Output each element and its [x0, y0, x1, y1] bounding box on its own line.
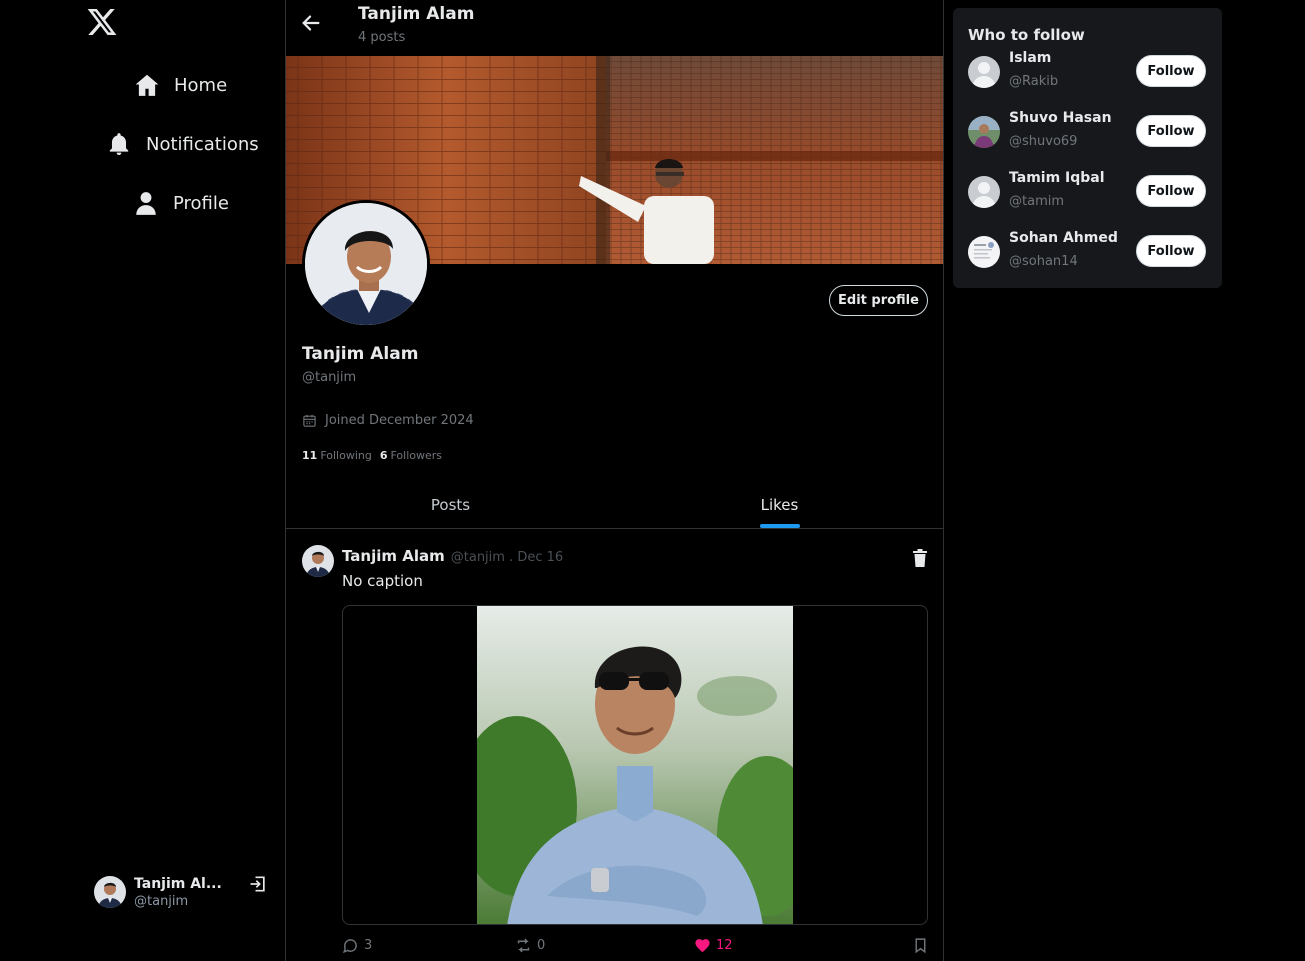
post-image[interactable] [342, 605, 928, 925]
page-title: Tanjim Alam [358, 4, 475, 24]
bell-icon [109, 133, 129, 156]
suggestion-handle: @shuvo69 [1009, 134, 1078, 149]
profile-avatar[interactable] [302, 200, 430, 328]
post-photo [477, 606, 793, 924]
account-name: Tanjim Al... [134, 875, 222, 892]
reply-count: 3 [364, 938, 373, 953]
who-to-follow-panel: Who to follow Islam @Rakib Follow Shuvo … [953, 8, 1222, 288]
nav-home[interactable]: Home [134, 72, 227, 98]
suggestion-item[interactable]: Tamim Iqbal @tamim Follow [968, 170, 1208, 214]
follow-button[interactable]: Follow [1136, 175, 1206, 207]
suggestion-item[interactable]: Shuvo Hasan @shuvo69 Follow [968, 110, 1208, 154]
followers-label: Followers [390, 449, 443, 462]
tab-likes[interactable]: Likes [615, 482, 943, 528]
follow-stats: 11 Following 6 Followers [302, 449, 442, 462]
suggestion-handle: @sohan14 [1009, 254, 1078, 269]
home-icon [135, 74, 159, 96]
post-actions: 3 0 12 [342, 937, 932, 961]
account-handle: @tanjim [134, 893, 189, 909]
logout-icon[interactable] [248, 874, 268, 894]
nav-notifications[interactable]: Notifications [106, 131, 259, 157]
retweet-icon [517, 938, 530, 953]
suggestion-name: Shuvo Hasan [1009, 110, 1112, 126]
retweet-count: 0 [537, 938, 546, 953]
suggestion-item[interactable]: Sohan Ahmed @sohan14 Follow [968, 230, 1208, 274]
left-sidebar: Home Notifications Profile Tanjim Al... [0, 0, 286, 961]
reply-button[interactable]: 3 [342, 937, 372, 954]
nav-notifications-label: Notifications [146, 133, 259, 155]
tab-posts[interactable]: Posts [286, 482, 615, 528]
joined-text: Joined December 2024 [325, 413, 474, 428]
avatar [94, 876, 126, 908]
post-count: 4 posts [358, 30, 406, 45]
followers-count: 6 [379, 449, 388, 462]
post-author-avatar[interactable] [302, 545, 334, 577]
avatar [968, 236, 1000, 268]
back-arrow-icon[interactable] [300, 12, 322, 34]
account-switcher[interactable]: Tanjim Al... @tanjim [94, 872, 274, 912]
nav-home-label: Home [174, 74, 228, 96]
avatar [968, 56, 1000, 88]
profile-tabs: Posts Likes [286, 482, 943, 529]
post-author-name[interactable]: Tanjim Alam [342, 547, 445, 565]
suggestion-handle: @Rakib [1009, 74, 1059, 89]
suggestion-name: Islam [1009, 50, 1052, 66]
joined-date: Joined December 2024 [302, 413, 474, 428]
follow-button[interactable]: Follow [1136, 55, 1206, 87]
follow-button[interactable]: Follow [1136, 115, 1206, 147]
avatar [968, 176, 1000, 208]
following-stat[interactable]: 11 Following [302, 449, 372, 462]
suggestion-name: Tamim Iqbal [1009, 170, 1105, 186]
retweet-button[interactable]: 0 [515, 937, 545, 954]
following-label: Following [320, 449, 372, 462]
post-card[interactable]: Tanjim Alam @tanjim . Dec 16 No caption [286, 529, 943, 961]
nav-profile[interactable]: Profile [133, 190, 229, 216]
like-count: 12 [716, 938, 733, 953]
avatar [968, 116, 1000, 148]
who-to-follow-title: Who to follow [968, 26, 1085, 44]
user-icon [136, 192, 156, 215]
post-meta: @tanjim . Dec 16 [450, 550, 564, 565]
profile-handle: @tanjim [302, 370, 357, 385]
post-text: No caption [342, 572, 423, 590]
followers-stat[interactable]: 6 Followers [380, 449, 442, 462]
like-button[interactable]: 12 [694, 937, 733, 954]
trash-icon[interactable] [912, 549, 928, 567]
calendar-icon [303, 414, 316, 427]
x-logo[interactable] [86, 6, 118, 38]
nav-profile-label: Profile [173, 192, 229, 214]
comment-icon [342, 939, 357, 954]
suggestion-name: Sohan Ahmed [1009, 230, 1118, 246]
bookmark-icon [915, 938, 926, 954]
profile-header: Tanjim Alam 4 posts [286, 0, 943, 56]
main-column: Tanjim Alam 4 posts Edit profile Tanjim … [286, 0, 944, 961]
follow-button[interactable]: Follow [1136, 235, 1206, 267]
following-count: 11 [302, 449, 318, 462]
profile-name: Tanjim Alam [302, 344, 419, 364]
heart-icon [695, 939, 710, 953]
edit-profile-button[interactable]: Edit profile [829, 285, 928, 316]
bookmark-button[interactable] [912, 937, 929, 954]
suggestion-handle: @tamim [1009, 194, 1065, 209]
suggestion-item[interactable]: Islam @Rakib Follow [968, 50, 1208, 94]
